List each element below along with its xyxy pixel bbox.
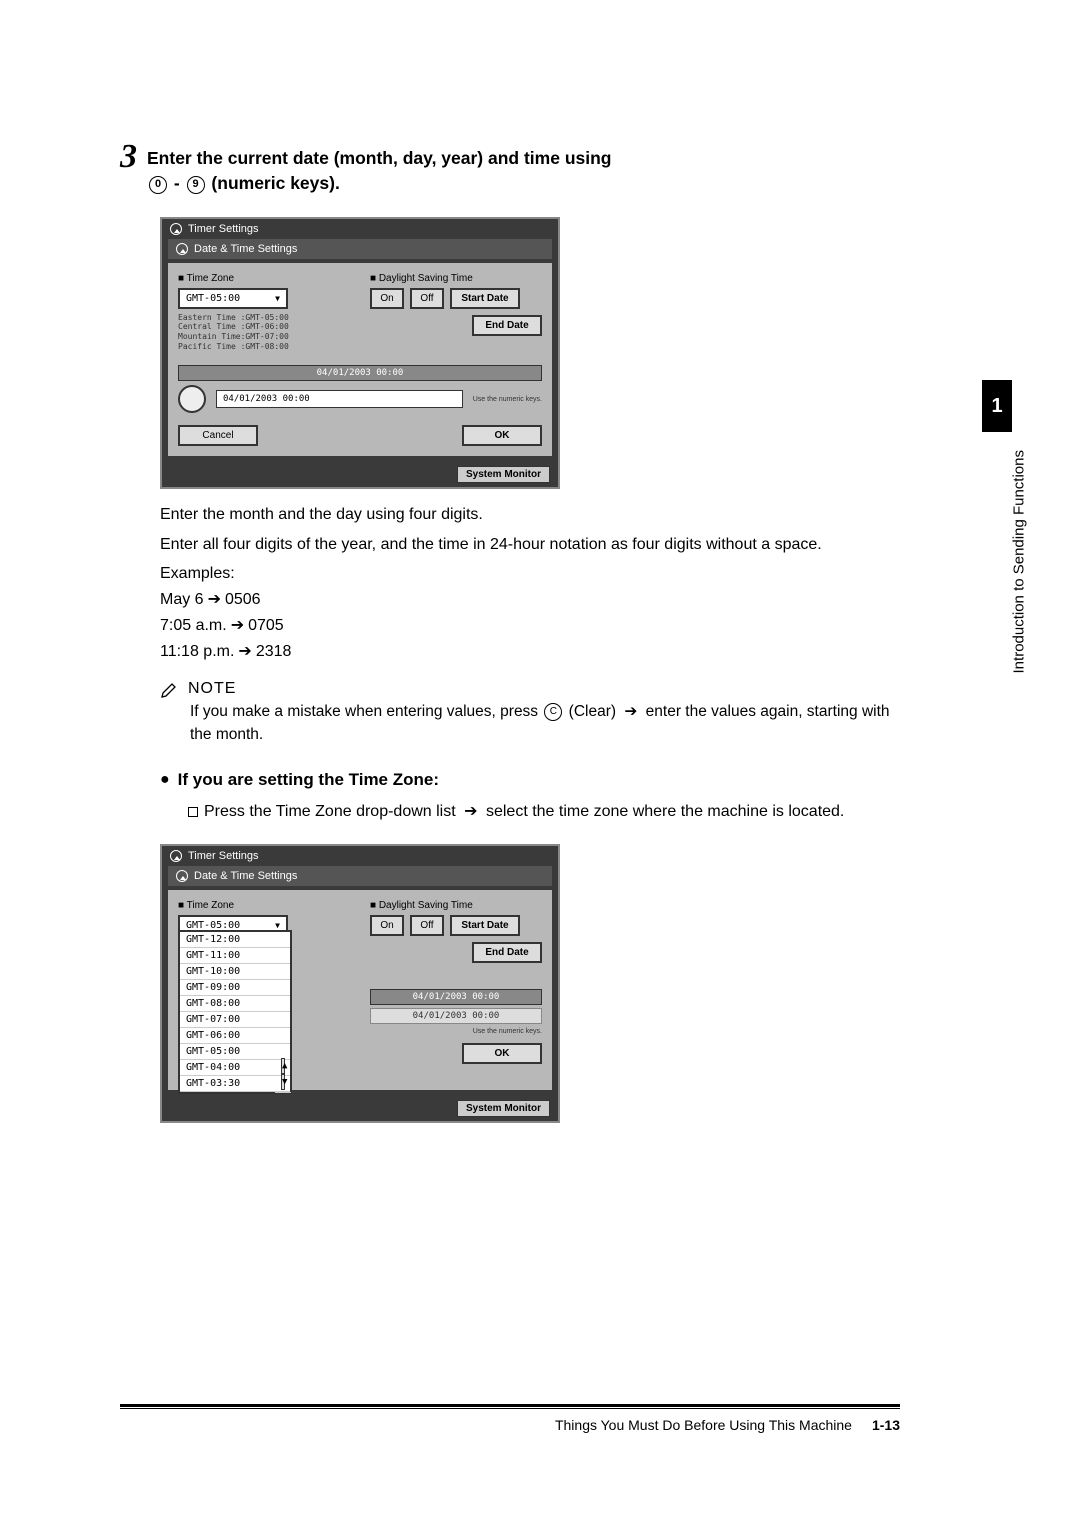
arrow-icon: ➔ <box>208 589 221 609</box>
end-date-button[interactable]: End Date <box>472 942 542 963</box>
example-2-dst: 0705 <box>248 617 284 634</box>
timezone-option[interactable]: GMT-05:00 <box>180 1044 290 1060</box>
arrow-icon: ➔ <box>464 800 477 824</box>
sub-heading-text: If you are setting the Time Zone: <box>178 770 439 790</box>
dst-off-button[interactable]: Off <box>410 288 444 309</box>
dst-on-button[interactable]: On <box>370 288 404 309</box>
sub-heading: ● If you are setting the Time Zone: <box>160 770 900 790</box>
system-monitor-button[interactable]: System Monitor <box>457 466 550 483</box>
dst-off-button[interactable]: Off <box>410 915 444 936</box>
note-body: If you make a mistake when entering valu… <box>190 701 900 746</box>
dst-on-button[interactable]: On <box>370 915 404 936</box>
chapter-side-label: Introduction to Sending Functions <box>1010 450 1027 673</box>
step-instruction: Enter the current date (month, day, year… <box>147 140 900 197</box>
numeric-hint: Use the numeric keys. <box>473 396 542 403</box>
footer-section: Things You Must Do Before Using This Mac… <box>555 1417 852 1433</box>
dropdown-scrollbar[interactable]: ▲▼ <box>275 1056 291 1093</box>
timezone-label: ■ Time Zone <box>178 273 350 284</box>
chapter-tab: 1 <box>982 380 1012 432</box>
timezone-option[interactable]: GMT-07:00 <box>180 1012 290 1028</box>
scr1-title: Timer Settings <box>188 223 259 235</box>
date-input-field[interactable]: 04/01/2003 00:00 <box>216 390 463 408</box>
numeric-hint: Use the numeric keys. <box>473 1028 542 1035</box>
cancel-button[interactable]: Cancel <box>178 425 258 446</box>
system-monitor-button[interactable]: System Monitor <box>457 1100 550 1117</box>
numeric-key-9-icon: 9 <box>187 176 205 194</box>
back-icon <box>176 870 188 882</box>
paragraph-2: Enter all four digits of the year, and t… <box>160 533 900 557</box>
end-date-button[interactable]: End Date <box>472 315 542 336</box>
example-2-src: 7:05 a.m. <box>160 617 227 634</box>
chevron-down-icon: ▼ <box>275 921 280 930</box>
example-1-src: May 6 <box>160 591 204 608</box>
dst-label: ■ Daylight Saving Time <box>370 900 542 911</box>
examples-label: Examples: <box>160 565 900 583</box>
step-number: 3 <box>120 140 137 174</box>
timezone-option[interactable]: GMT-10:00 <box>180 964 290 980</box>
back-icon <box>170 850 182 862</box>
arrow-icon: ➔ <box>231 615 244 635</box>
timezone-dropdown[interactable]: GMT-05:00▼ <box>178 288 288 309</box>
timezone-option-list[interactable]: GMT-12:00 GMT-11:00 GMT-10:00 GMT-09:00 … <box>178 930 292 1094</box>
timezone-option[interactable]: GMT-06:00 <box>180 1028 290 1044</box>
timezone-option[interactable]: GMT-09:00 <box>180 980 290 996</box>
checkbox-icon <box>188 807 198 817</box>
chevron-down-icon: ▼ <box>275 294 280 303</box>
screenshot-date-time-settings: Timer Settings Date & Time Settings ■ Ti… <box>160 217 560 489</box>
example-3-src: 11:18 p.m. <box>160 643 234 660</box>
pencil-icon <box>160 679 180 699</box>
note-heading: NOTE <box>160 679 900 699</box>
dash: - <box>169 173 185 193</box>
timezone-option[interactable]: GMT-12:00 <box>180 932 290 948</box>
page-footer: Things You Must Do Before Using This Mac… <box>120 1404 900 1433</box>
arrow-icon: ➔ <box>624 701 637 723</box>
date-display-bar: 04/01/2003 00:00 <box>178 365 542 381</box>
example-1-dst: 0506 <box>225 591 261 608</box>
sub-step: Press the Time Zone drop-down list ➔ sel… <box>188 800 900 824</box>
examples-block: Examples: May 6➔0506 7:05 a.m.➔0705 11:1… <box>160 565 900 661</box>
back-icon <box>170 223 182 235</box>
timezone-label: ■ Time Zone <box>178 900 350 911</box>
footer-page-number: 1-13 <box>872 1417 900 1433</box>
date-display-bar: 04/01/2003 00:00 <box>370 989 542 1005</box>
clear-key-icon: C <box>544 703 562 721</box>
ok-button[interactable]: OK <box>462 1043 542 1064</box>
paragraph-1: Enter the month and the day using four d… <box>160 503 900 527</box>
scr1-subtitle: Date & Time Settings <box>194 243 297 255</box>
bullet-icon: ● <box>160 770 170 789</box>
step-line-2: (numeric keys). <box>207 173 340 193</box>
scroll-up-icon[interactable]: ▲ <box>281 1058 285 1074</box>
ok-button[interactable]: OK <box>462 425 542 446</box>
timezone-option[interactable]: GMT-11:00 <box>180 948 290 964</box>
clock-icon <box>178 385 206 413</box>
scr2-title: Timer Settings <box>188 850 259 862</box>
start-date-button[interactable]: Start Date <box>450 915 520 936</box>
timezone-list-hint: Eastern Time :GMT-05:00 Central Time :GM… <box>178 313 350 351</box>
date-input-field[interactable]: 04/01/2003 00:00 <box>370 1008 542 1024</box>
scroll-down-icon[interactable]: ▼ <box>281 1074 285 1090</box>
timezone-option[interactable]: GMT-04:00 <box>180 1060 290 1076</box>
timezone-option[interactable]: GMT-08:00 <box>180 996 290 1012</box>
arrow-icon: ➔ <box>238 641 251 661</box>
scr2-subtitle: Date & Time Settings <box>194 870 297 882</box>
back-icon <box>176 243 188 255</box>
dst-label: ■ Daylight Saving Time <box>370 273 542 284</box>
note-label: NOTE <box>188 680 236 698</box>
start-date-button[interactable]: Start Date <box>450 288 520 309</box>
step-heading: 3 Enter the current date (month, day, ye… <box>120 140 900 197</box>
numeric-key-0-icon: 0 <box>149 176 167 194</box>
timezone-option[interactable]: GMT-03:30 <box>180 1076 290 1092</box>
example-3-dst: 2318 <box>256 643 292 660</box>
step-line-1: Enter the current date (month, day, year… <box>147 148 611 168</box>
screenshot-timezone-dropdown: Timer Settings Date & Time Settings ■ Ti… <box>160 844 560 1123</box>
